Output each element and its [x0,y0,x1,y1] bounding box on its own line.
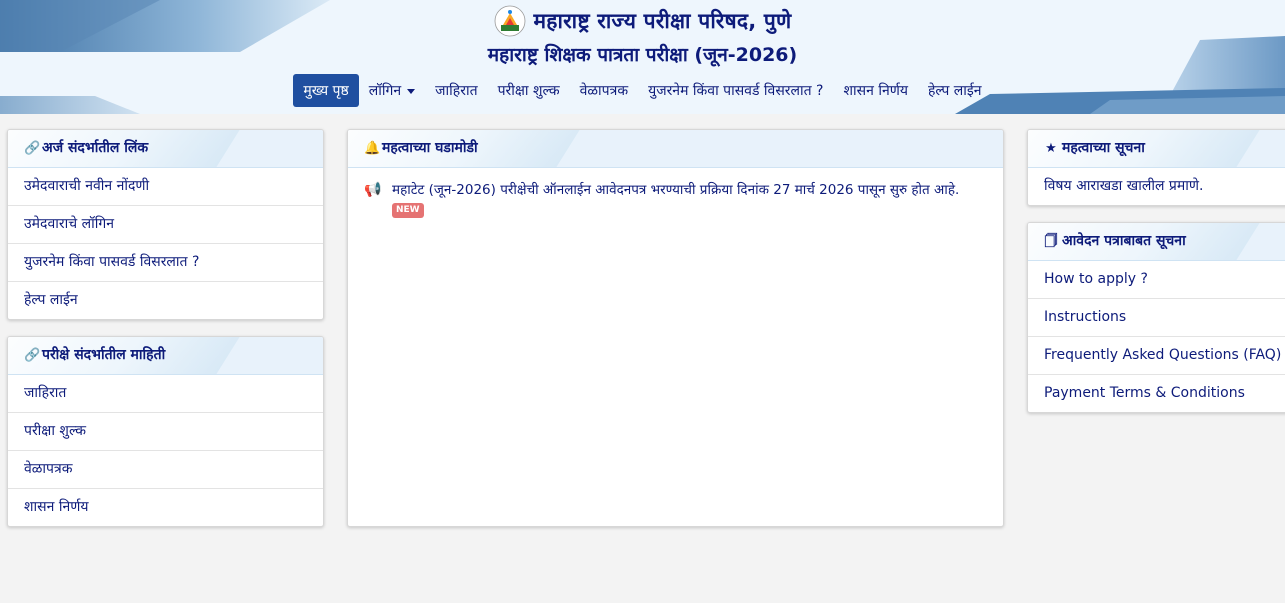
megaphone-icon: 📢 [364,182,382,198]
card-title: महत्वाच्या घडामोडी [382,140,478,156]
caret-down-icon [407,88,416,94]
link-icon: 🔗 [24,348,41,363]
link-forgot-password[interactable]: युजरनेम किंवा पासवर्ड विसरलात ? [8,244,323,282]
link-advertisement[interactable]: जाहिरात [8,375,323,413]
brand-block: महाराष्ट्र राज्य परीक्षा परिषद, पुणे महा… [0,4,1285,67]
application-instructions-card: 🗍 आवेदन पत्राबाबत सूचना How to apply ? I… [1027,222,1285,413]
card-header: 🔗 परीक्षे संदर्भातील माहिती [8,337,323,375]
important-notices-card: ★ महत्वाच्या सूचना विषय आराखडा खालील प्र… [1027,129,1285,206]
document-icon: 🗍 [1044,234,1058,249]
link-govt-resolution[interactable]: शासन निर्णय [8,489,323,526]
org-title: महाराष्ट्र राज्य परीक्षा परिषद, पुणे [533,9,792,33]
link-helpline[interactable]: हेल्प लाईन [8,282,323,319]
news-text-wrap: महाटेट (जून-2026) परीक्षेची ऑनलाईन आवेदन… [392,180,987,220]
star-icon: ★ [1045,141,1057,156]
link-instructions[interactable]: Instructions [1028,299,1285,337]
site-header: महाराष्ट्र राज्य परीक्षा परिषद, पुणे महा… [0,0,1285,114]
card-header: ★ महत्वाच्या सूचना [1028,130,1285,168]
link-candidate-login[interactable]: उमेदवाराचे लॉगिन [8,206,323,244]
application-links-card: 🔗 अर्ज संदर्भातील लिंक उमेदवाराची नवीन न… [7,129,324,320]
link-faq[interactable]: Frequently Asked Questions (FAQ) [1028,337,1285,375]
card-header: 🔔 महत्वाच्या घडामोडी [348,130,1003,168]
nav-login-label: लॉगिन [368,83,402,99]
nav-helpline[interactable]: हेल्प लाईन [918,74,992,107]
exam-info-card: 🔗 परीक्षे संदर्भातील माहिती जाहिरात परीक… [7,336,324,527]
nav-exam-fee[interactable]: परीक्षा शुल्क [488,74,570,107]
link-schedule[interactable]: वेळापत्रक [8,451,323,489]
link-payment-terms[interactable]: Payment Terms & Conditions [1028,375,1285,412]
card-header: 🔗 अर्ज संदर्भातील लिंक [8,130,323,168]
bell-icon: 🔔 [364,141,381,156]
nav-govt-resolution[interactable]: शासन निर्णय [834,74,918,107]
state-council-emblem-icon [494,5,525,37]
nav-home[interactable]: मुख्य पृष्ठ [293,74,359,107]
card-title: परीक्षे संदर्भातील माहिती [42,347,166,363]
card-title: अर्ज संदर्भातील लिंक [42,140,149,156]
new-badge: NEW [392,202,424,218]
important-news-card: 🔔 महत्वाच्या घडामोडी 📢 महाटेट (जून-2026)… [347,129,1004,527]
nav-forgot-password[interactable]: युजरनेम किंवा पासवर्ड विसरलात ? [638,74,833,107]
link-syllabus[interactable]: विषय आराखडा खालील प्रमाणे. [1028,168,1285,205]
link-icon: 🔗 [24,141,41,156]
card-title: महत्वाच्या सूचना [1062,140,1145,156]
main-nav: मुख्य पृष्ठ लॉगिन जाहिरात परीक्षा शुल्क … [0,74,1285,107]
link-how-to-apply[interactable]: How to apply ? [1028,261,1285,299]
link-exam-fee[interactable]: परीक्षा शुल्क [8,413,323,451]
link-new-registration[interactable]: उमेदवाराची नवीन नोंदणी [8,168,323,206]
news-item[interactable]: 📢 महाटेट (जून-2026) परीक्षेची ऑनलाईन आवे… [348,168,1003,220]
news-text: महाटेट (जून-2026) परीक्षेची ऑनलाईन आवेदन… [392,182,960,198]
nav-advertisement[interactable]: जाहिरात [425,74,487,107]
card-header: 🗍 आवेदन पत्राबाबत सूचना [1028,223,1285,261]
card-title: आवेदन पत्राबाबत सूचना [1062,233,1186,249]
exam-title: महाराष्ट्र शिक्षक पात्रता परीक्षा (जून-2… [487,44,798,66]
nav-schedule[interactable]: वेळापत्रक [570,74,638,107]
nav-login[interactable]: लॉगिन [359,74,425,107]
